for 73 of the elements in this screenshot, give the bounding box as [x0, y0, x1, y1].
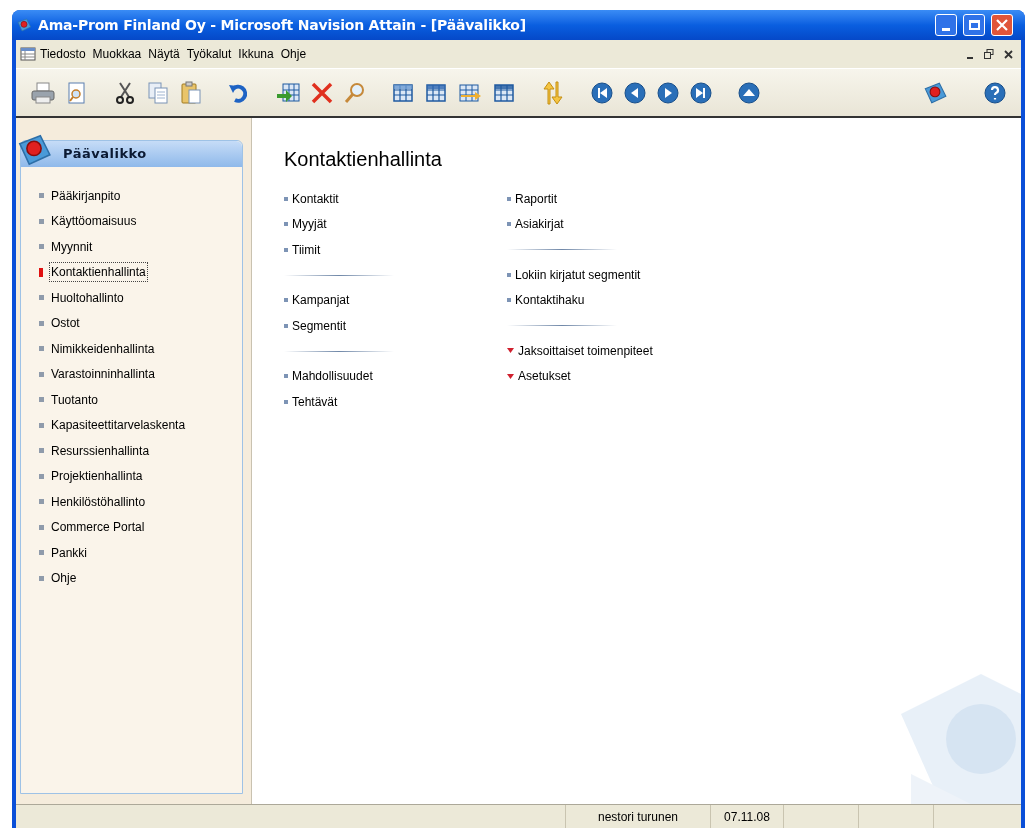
- close-icon: [996, 19, 1008, 31]
- sidebar-item[interactable]: Pääkirjanpito: [51, 186, 121, 205]
- bullet-icon: [507, 298, 511, 303]
- maximize-button[interactable]: [963, 14, 985, 36]
- menu-item[interactable]: Ikkuna: [235, 45, 277, 63]
- bullet-icon: [284, 247, 288, 252]
- search-icon[interactable]: [343, 80, 367, 105]
- menu-item[interactable]: Työkalut: [183, 45, 235, 63]
- sidebar-item[interactable]: Huoltohallinto: [51, 288, 124, 307]
- bullet-icon: [284, 374, 288, 379]
- close-icon: [1003, 49, 1013, 59]
- sidebar-item[interactable]: Ohje: [51, 569, 77, 588]
- bullet-icon: [284, 222, 288, 227]
- menu-link[interactable]: Lokiin kirjatut segmentit: [515, 265, 641, 284]
- bullet-icon: [284, 399, 288, 404]
- bullet-icon: [507, 222, 511, 227]
- menu-link[interactable]: Kampanjat: [292, 291, 350, 310]
- menu-link[interactable]: Asiakirjat: [515, 215, 564, 234]
- sidebar-item[interactable]: Nimikkeidenhallinta: [51, 339, 155, 358]
- menu-link[interactable]: Tehtävät: [292, 392, 338, 411]
- table-arrow-icon[interactable]: [275, 80, 301, 105]
- sidebar-item[interactable]: Projektienhallinta: [51, 467, 143, 486]
- status-pane: 07.11.08: [710, 805, 783, 828]
- menu-link[interactable]: Kontaktihaku: [515, 291, 585, 310]
- minimize-button[interactable]: [935, 14, 957, 36]
- logo-icon[interactable]: [921, 79, 949, 106]
- menu-link[interactable]: Myyjät: [292, 215, 327, 234]
- panel-title: Päävalikko: [63, 145, 147, 164]
- expand-arrow-icon: [507, 348, 514, 354]
- help-icon[interactable]: [983, 80, 1007, 105]
- sidebar-item[interactable]: Pankki: [51, 543, 88, 562]
- window-title: Ama-Prom Finland Oy - Microsoft Navision Attain - [Päävalikko]: [38, 15, 526, 35]
- menu-link[interactable]: Tiimit: [292, 240, 321, 259]
- status-pane: nestori turunen: [565, 805, 710, 828]
- bullet-icon: [507, 272, 511, 277]
- sidebar-item[interactable]: Käyttöomaisuus: [51, 212, 137, 231]
- sidebar-item[interactable]: Commerce Portal: [51, 518, 145, 537]
- menu-link[interactable]: Kontaktit: [292, 189, 339, 208]
- sidebar-item[interactable]: Kapasiteettitarvelaskenta: [51, 416, 186, 435]
- bullet-icon: [507, 196, 511, 201]
- menu-link[interactable]: Jaksoittaiset toimenpiteet: [518, 341, 653, 360]
- bullet-icon: [284, 298, 288, 303]
- window-menu-icon[interactable]: [20, 47, 36, 61]
- bullet-icon: [284, 323, 288, 328]
- page-heading: Kontaktienhallinta: [284, 147, 443, 172]
- logo-icon: [16, 17, 32, 33]
- clipboard-icon[interactable]: [179, 80, 203, 105]
- menu-link[interactable]: Mahdollisuudet: [292, 367, 373, 386]
- next-icon[interactable]: [656, 80, 680, 105]
- cut-icon[interactable]: [113, 80, 137, 105]
- menu-item[interactable]: Muokkaa: [89, 45, 145, 63]
- last-icon[interactable]: [689, 80, 713, 105]
- sidebar-item[interactable]: Ostot: [51, 314, 80, 333]
- sidebar-item[interactable]: Varastoinninhallinta: [51, 365, 155, 384]
- up-icon[interactable]: [737, 80, 761, 105]
- menu-link[interactable]: Segmentit: [292, 316, 347, 335]
- bullet-icon: [284, 196, 288, 201]
- restore-icon: [984, 49, 994, 59]
- prev-icon[interactable]: [623, 80, 647, 105]
- menu-link[interactable]: Raportit: [515, 189, 558, 208]
- sidebar-item[interactable]: Henkilöstöhallinto: [51, 492, 146, 511]
- sidebar-item[interactable]: Myynnit: [51, 237, 93, 256]
- menu-item[interactable]: Ohje: [277, 45, 310, 63]
- menu-link[interactable]: Asetukset: [518, 367, 571, 386]
- expand-arrow-icon: [507, 373, 514, 379]
- sidebar-item[interactable]: Kontaktienhallinta: [50, 263, 147, 282]
- delete-icon[interactable]: [310, 80, 334, 105]
- sidebar-item[interactable]: Tuotanto: [51, 390, 98, 409]
- printer-icon[interactable]: [30, 80, 56, 105]
- menu-item[interactable]: Näytä: [145, 45, 183, 63]
- first-icon[interactable]: [590, 80, 614, 105]
- sidebar-item[interactable]: Resurssienhallinta: [51, 441, 150, 460]
- menu-item[interactable]: Tiedosto: [37, 45, 89, 63]
